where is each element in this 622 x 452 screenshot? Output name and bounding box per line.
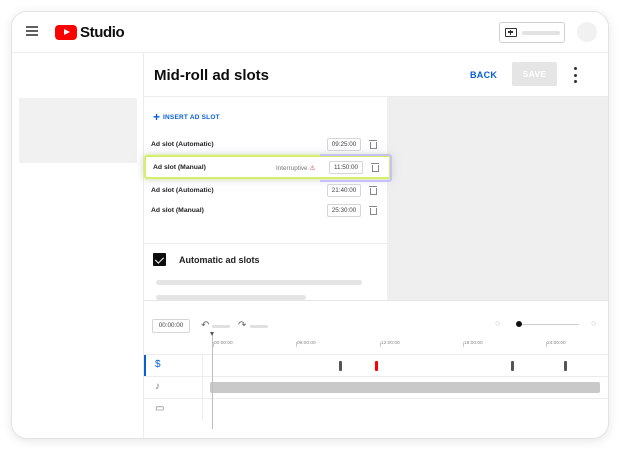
insert-ad-slot-label: INSERT AD SLOT [163,113,220,121]
delete-icon[interactable] [369,185,377,195]
ruler-tick-label: 24:00:00 [546,341,566,347]
panel-divider [144,243,387,244]
page-title: Mid-roll ad slots [154,67,270,84]
track-separator [202,399,203,420]
audio-track: ♪ [144,376,608,398]
ad-slot-row[interactable]: Ad slot (Manual) 25:30:00 [149,201,385,221]
nav-placeholder [19,98,137,163]
ad-slot-row[interactable]: Ad slot (Automatic) 21:40:00 [149,181,385,201]
playhead[interactable] [210,332,214,429]
zoom-slider-handle[interactable] [516,321,522,327]
current-time-input[interactable]: 00:00:00 [152,319,190,333]
automatic-ad-slots-checkbox[interactable] [153,253,166,266]
page-header: Mid-roll ad slots BACK SAVE [144,53,608,97]
zoom-in-icon[interactable]: ○ [591,318,596,328]
studio-logo[interactable]: Studio [55,23,125,41]
save-button[interactable]: SAVE [512,62,557,86]
audio-clip[interactable] [210,382,600,393]
ad-slot-name: Ad slot (Automatic) [151,187,214,194]
studio-window: Studio Mid-roll ad slots BACK SAVE + INS… [11,11,609,439]
video-camera-icon: ▭ [155,403,165,414]
delete-icon[interactable] [369,205,377,215]
avatar[interactable] [577,22,597,42]
undo-icon[interactable]: ↶ [201,320,209,331]
create-video-icon [505,28,517,37]
menu-icon[interactable] [26,26,38,36]
ad-slot-marker[interactable] [339,361,342,371]
ad-slot-name: Ad slot (Manual) [151,207,204,214]
warning-text: Interruptive [276,165,308,172]
track-separator [202,355,203,376]
ruler-tick-label: 06:00:00 [296,341,316,347]
ad-slots-panel: + INSERT AD SLOT Ad slot (Automatic) 09:… [144,97,392,300]
warning-icon: ⚠ [309,165,316,172]
ad-slot-time-input[interactable]: 11:50:00 [329,161,363,174]
ad-slot-warning: Interruptive ⚠ [276,164,315,172]
delete-icon[interactable] [369,139,377,149]
timeline-ruler: 00:00:00 06:00:00 12:00:00 18:00:00 24:0… [209,341,608,354]
ad-slot-time-input[interactable]: 09:25:00 [327,138,361,151]
ad-slot-marker[interactable] [564,361,567,371]
redo-icon[interactable]: ↷ [238,320,246,331]
ad-slot-name: Ad slot (Manual) [153,164,206,171]
side-nav [12,53,143,438]
track-separator [202,377,203,398]
insert-ad-slot-button[interactable]: + INSERT AD SLOT [153,110,220,124]
ad-slot-marker[interactable] [511,361,514,371]
selected-track-indicator [144,355,146,376]
ad-slot-time-input[interactable]: 25:30:00 [327,204,361,217]
create-label-placeholder [522,30,560,35]
video-track: ▭ [144,398,608,420]
ads-track: $ [144,354,608,376]
more-options-icon[interactable] [572,67,578,83]
top-bar: Studio [12,12,608,53]
delete-icon[interactable] [371,162,379,172]
logo-text: Studio [80,23,125,41]
undo-label-placeholder [212,325,230,328]
ad-slot-marker-selected[interactable] [375,361,378,371]
video-preview-placeholder [387,97,608,300]
ruler-tick-label: 12:00:00 [380,341,400,347]
ads-track-header: $ [144,355,202,376]
create-button[interactable] [499,22,565,43]
youtube-play-icon [55,24,77,40]
zoom-slider[interactable] [520,324,579,325]
ruler-tick-label: 18:00:00 [463,341,483,347]
zoom-out-icon[interactable]: ○ [495,318,500,328]
music-note-icon: ♪ [155,381,160,392]
automatic-ad-slots-option[interactable]: Automatic ad slots [153,253,260,266]
redo-label-placeholder [250,325,268,328]
ad-slot-row-selected[interactable]: Ad slot (Manual) Interruptive ⚠ 11:50:00 [144,154,392,182]
description-placeholder [156,280,362,285]
automatic-ad-slots-label: Automatic ad slots [179,254,260,265]
ad-slot-time-input[interactable]: 21:40:00 [327,184,361,197]
ruler-tick-label: 00:00:00 [213,341,233,347]
video-track-header: ▭ [144,399,202,420]
audio-track-header: ♪ [144,377,202,398]
back-button[interactable]: BACK [470,70,497,80]
dollar-icon: $ [155,359,161,370]
plus-icon: + [153,110,161,124]
ad-slot-row[interactable]: Ad slot (Automatic) 09:25:00 [149,135,385,155]
ad-slot-name: Ad slot (Automatic) [151,141,214,148]
